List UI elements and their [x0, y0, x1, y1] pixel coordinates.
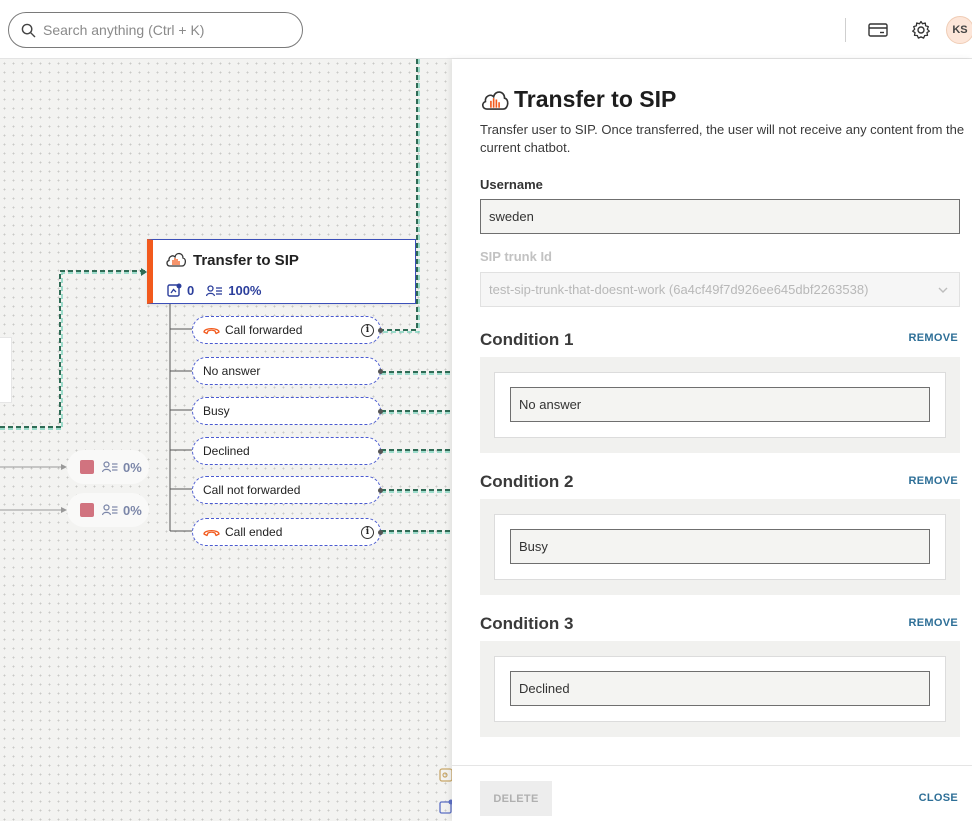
sip-cloud-icon	[481, 91, 509, 110]
flow-canvas[interactable]: 0% 0% Transfer to SIP 0 100% Call forwar…	[0, 59, 452, 821]
offscreen-node[interactable]	[0, 337, 12, 403]
sip-trunk-select[interactable]: test-sip-trunk-that-doesnt-work (6a4cf49…	[480, 272, 960, 307]
panel-description: Transfer user to SIP. Once transferred, …	[480, 122, 965, 155]
search-box[interactable]	[8, 12, 303, 48]
info-icon[interactable]: i	[361, 526, 374, 539]
canvas-tool-icon[interactable]	[438, 767, 452, 785]
users-icon	[206, 284, 223, 296]
user-avatar[interactable]: KS	[946, 16, 972, 44]
connection-wire	[0, 270, 147, 428]
top-bar: KS	[0, 0, 972, 59]
condition-label: Call not forwarded	[203, 483, 301, 497]
sip-trunk-label: SIP trunk Id	[480, 249, 552, 264]
delete-button[interactable]: DELETE	[480, 781, 552, 816]
connector-dot[interactable]	[378, 328, 383, 333]
topbar-divider	[845, 18, 846, 42]
condition-pill-call-ended[interactable]: Call ended i	[192, 518, 383, 546]
card-icon[interactable]	[866, 18, 890, 42]
node-user-percentage: 100%	[228, 283, 262, 298]
connector-dot[interactable]	[378, 449, 383, 454]
condition-3-box	[480, 641, 960, 737]
condition-2-remove-button[interactable]: REMOVE	[909, 475, 958, 487]
condition-label: Call ended	[225, 525, 283, 539]
gear-icon[interactable]	[909, 18, 933, 42]
canvas-tool-icon[interactable]	[438, 799, 452, 817]
condition-pill-busy[interactable]: Busy	[192, 397, 383, 425]
condition-1-input[interactable]	[510, 387, 930, 422]
username-input[interactable]	[480, 199, 960, 234]
connector-dot[interactable]	[378, 530, 383, 535]
transfer-to-sip-node[interactable]: Transfer to SIP 0 100%	[147, 239, 416, 304]
node-title: Transfer to SIP	[193, 252, 299, 269]
condition-1-title: Condition 1	[480, 330, 574, 349]
condition-3-card	[494, 656, 946, 722]
properties-panel: Transfer to SIP Transfer user to SIP. On…	[452, 59, 972, 821]
connector-dot[interactable]	[378, 488, 383, 493]
condition-2-card	[494, 514, 946, 580]
condition-pill-no-answer[interactable]: No answer	[192, 357, 383, 385]
stat-percentage: 0%	[123, 459, 142, 475]
search-input[interactable]	[43, 22, 283, 38]
condition-2-title: Condition 2	[480, 472, 574, 491]
condition-3-remove-button[interactable]: REMOVE	[909, 617, 958, 629]
condition-pill-declined[interactable]: Declined	[192, 437, 383, 465]
username-label: Username	[480, 177, 543, 192]
close-button[interactable]: CLOSE	[919, 792, 958, 804]
condition-2-input[interactable]	[510, 529, 930, 564]
condition-pill-call-forwarded[interactable]: Call forwarded i	[192, 316, 383, 344]
stat-node[interactable]: 0%	[67, 493, 149, 527]
panel-footer-divider	[452, 765, 972, 766]
node-message-count: 0	[187, 283, 195, 298]
stop-icon	[80, 503, 94, 517]
condition-2-box	[480, 499, 960, 595]
stat-node[interactable]: 0%	[67, 450, 149, 484]
stat-percentage: 0%	[123, 502, 142, 518]
condition-label: Call forwarded	[225, 323, 303, 337]
condition-1-remove-button[interactable]: REMOVE	[909, 332, 958, 344]
condition-1-box	[480, 357, 960, 453]
condition-3-input[interactable]	[510, 671, 930, 706]
condition-3-title: Condition 3	[480, 614, 574, 633]
users-icon	[102, 504, 118, 516]
hangup-phone-icon	[203, 327, 220, 334]
condition-label: Busy	[203, 404, 230, 418]
message-icon	[167, 283, 182, 297]
sip-cloud-icon	[165, 250, 187, 273]
panel-header: Transfer to SIP	[480, 86, 676, 113]
hangup-phone-icon	[203, 529, 220, 536]
condition-label: No answer	[203, 364, 261, 378]
condition-label: Declined	[203, 444, 250, 458]
chevron-down-icon	[938, 287, 948, 293]
sip-trunk-value: test-sip-trunk-that-doesnt-work (6a4cf49…	[489, 282, 869, 297]
panel-title: Transfer to SIP	[514, 86, 677, 112]
node-stats: 0 100%	[167, 283, 273, 298]
connector-dot[interactable]	[378, 369, 383, 374]
connector-dot[interactable]	[378, 409, 383, 414]
stop-icon	[80, 460, 94, 474]
search-icon	[21, 23, 36, 37]
condition-1-card	[494, 372, 946, 438]
info-icon[interactable]: i	[361, 324, 374, 337]
users-icon	[102, 461, 118, 473]
condition-pill-call-not-forwarded[interactable]: Call not forwarded	[192, 476, 383, 504]
